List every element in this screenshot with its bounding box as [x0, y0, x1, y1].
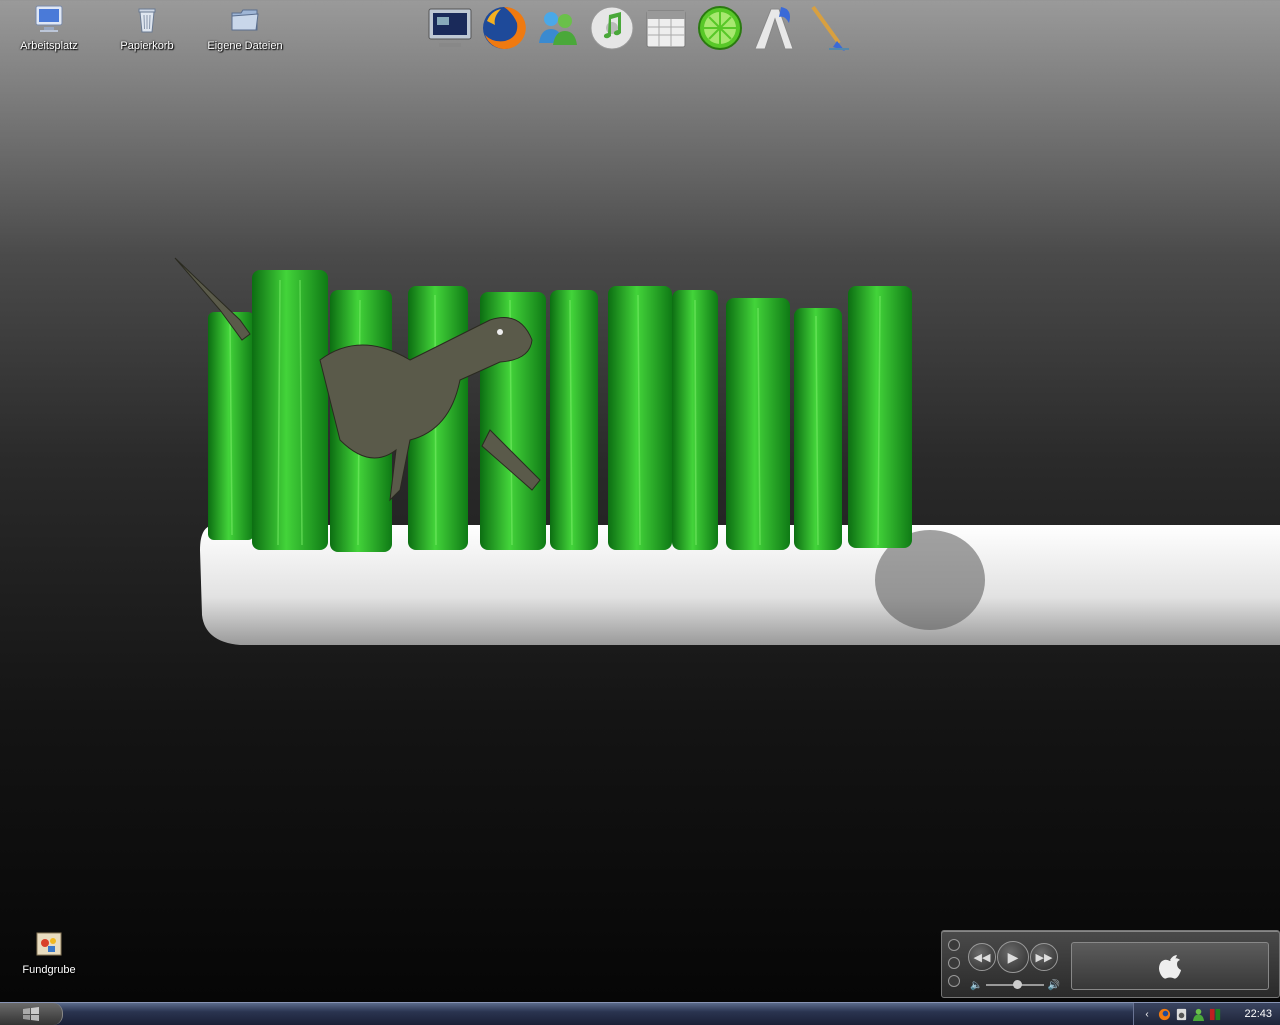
- start-button[interactable]: [0, 1003, 63, 1025]
- fast-forward-button[interactable]: ▶▶: [1030, 943, 1058, 971]
- desktop-icon-papierkorb[interactable]: Papierkorb: [99, 2, 195, 52]
- fundgrube-box-icon: [32, 926, 66, 960]
- calendar-icon[interactable]: [640, 2, 692, 54]
- speaker-low-icon: 🔈: [970, 979, 983, 991]
- firefox-tray-icon[interactable]: [1157, 1007, 1171, 1021]
- volume-knob[interactable]: [1012, 980, 1022, 989]
- desktop-icon-label: Fundgrube: [22, 964, 76, 976]
- user-tray-icon[interactable]: [1191, 1007, 1205, 1021]
- wallpaper-toothbrush: [174, 257, 1280, 645]
- chevron-left-icon[interactable]: ‹: [1140, 1007, 1154, 1021]
- computer-icon: [32, 2, 66, 36]
- speaker-high-icon: 🔊: [1047, 979, 1060, 991]
- clock[interactable]: 22:43: [1244, 1008, 1272, 1020]
- rewind-icon: ◀◀: [973, 951, 991, 964]
- firefox-icon[interactable]: [478, 2, 530, 54]
- rewind-button[interactable]: ◀◀: [968, 943, 996, 971]
- recycle-bin-icon: [130, 2, 164, 36]
- dock-bar: [420, 0, 864, 56]
- volume-slider[interactable]: [986, 980, 1044, 989]
- apple-logo-icon: [1159, 955, 1181, 979]
- folder-icon: [228, 2, 262, 36]
- fast-forward-icon: ▶▶: [1035, 951, 1053, 964]
- player-display[interactable]: [1071, 942, 1269, 990]
- play-button[interactable]: ▶: [997, 941, 1029, 973]
- system-tray: ‹ 22:43: [1133, 1003, 1280, 1025]
- zoom-dot[interactable]: [948, 975, 960, 987]
- meter-tray-icon[interactable]: [1208, 1007, 1222, 1021]
- close-dot[interactable]: [948, 939, 960, 951]
- volume-control[interactable]: 🔈 🔊: [970, 978, 1060, 992]
- messenger-icon[interactable]: [532, 2, 584, 54]
- speaker-tray-icon[interactable]: [1174, 1007, 1188, 1021]
- desktop-icon-arbeitsplatz[interactable]: Arbeitsplatz: [1, 2, 97, 52]
- paint-brush-icon[interactable]: [802, 2, 854, 54]
- minimize-dot[interactable]: [948, 957, 960, 969]
- lime-icon[interactable]: [694, 2, 746, 54]
- desktop-icon-label: Arbeitsplatz: [20, 40, 78, 52]
- windows-logo-icon: [23, 1007, 39, 1021]
- desktop-icon-fundgrube[interactable]: Fundgrube: [1, 926, 97, 976]
- desktop-icon-label: Papierkorb: [120, 40, 174, 52]
- desktop-monitor-icon[interactable]: [424, 2, 476, 54]
- font-icon[interactable]: [748, 2, 800, 54]
- taskbar: ‹ 22:43: [0, 1002, 1280, 1025]
- desktop-icon-label: Eigene Dateien: [207, 40, 283, 52]
- desktop: Arbeitsplatz Papierkorb Eigene Dateien F…: [0, 0, 1280, 1002]
- mini-player: ◀◀ ▶ ▶▶ 🔈 🔊: [941, 930, 1280, 998]
- desktop-icon-eigene-dateien[interactable]: Eigene Dateien: [197, 2, 293, 52]
- play-icon: ▶: [1007, 948, 1019, 965]
- itunes-icon[interactable]: [586, 2, 638, 54]
